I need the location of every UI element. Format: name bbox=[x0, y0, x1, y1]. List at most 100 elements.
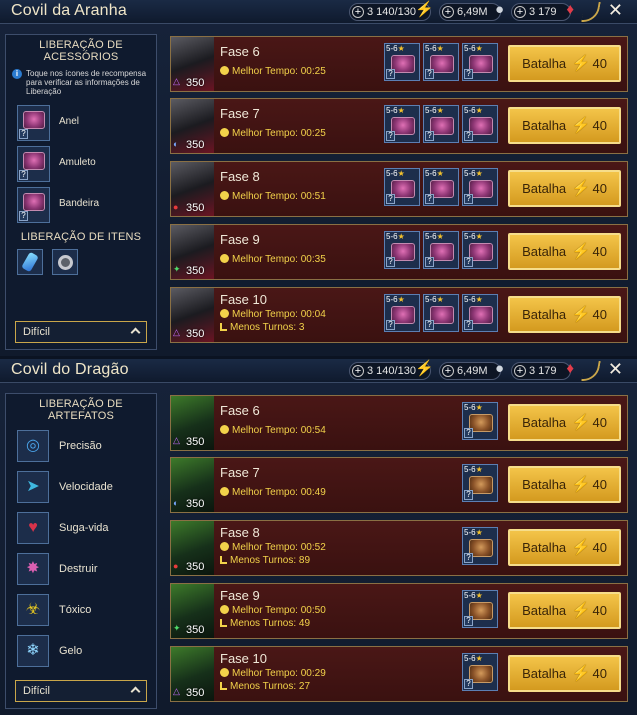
battle-button[interactable]: Batalha ⚡ 40 bbox=[508, 45, 621, 82]
reward-chest-icon[interactable]: 5-6★ ? bbox=[462, 105, 498, 143]
accessory-ring[interactable]: ? Anel bbox=[17, 105, 156, 146]
reward-chest-icon[interactable]: 5-6★ ? bbox=[462, 231, 498, 269]
add-gems-icon[interactable]: + bbox=[514, 6, 526, 18]
stage-row[interactable]: ● 350 Fase 8 Melhor Tempo: 00:51 5-6★ ? … bbox=[170, 161, 628, 217]
stage-row[interactable]: △ 350 Fase 6 Melhor Tempo: 00:25 5-6★ ? … bbox=[170, 36, 628, 92]
stage-row[interactable]: ● 350 Fase 8 Melhor Tempo: 00:52 Menos T… bbox=[170, 520, 628, 576]
reward-chest-icon[interactable]: 5-6★ ? bbox=[462, 527, 498, 565]
stage-row[interactable]: ◐ 350 Fase 7 Melhor Tempo: 00:25 5-6★ ? … bbox=[170, 98, 628, 154]
battle-button[interactable]: Batalha ⚡ 40 bbox=[508, 107, 621, 144]
reward-tier: 5-6★ bbox=[464, 232, 483, 241]
energy-icon: ⚡ bbox=[571, 117, 591, 134]
accessory-amulet[interactable]: ? Amuleto bbox=[17, 146, 156, 187]
stage-row[interactable]: ✦ 350 Fase 9 Melhor Tempo: 00:50 Menos T… bbox=[170, 583, 628, 639]
reward-chest-icon[interactable]: 5-6★ ? bbox=[384, 294, 420, 332]
add-gems-icon[interactable]: + bbox=[514, 365, 526, 377]
silver-counter[interactable]: + 6,49M ● bbox=[439, 360, 504, 380]
turns-icon bbox=[220, 556, 227, 564]
battle-button[interactable]: Batalha ⚡ 40 bbox=[508, 296, 621, 333]
chevron-up-icon bbox=[130, 327, 141, 338]
affinity-icon: ◐ bbox=[173, 139, 179, 149]
stage-row[interactable]: ✦ 350 Fase 9 Melhor Tempo: 00:35 5-6★ ? … bbox=[170, 224, 628, 280]
toxic-icon[interactable]: ☣ bbox=[17, 594, 49, 626]
rewards-list: 5-6★ ? bbox=[462, 464, 498, 502]
artifact-set-5[interactable]: ❄ Gelo bbox=[17, 635, 156, 676]
reward-chest-icon[interactable]: 5-6★ ? bbox=[462, 653, 498, 691]
bottom-header: Covil do Dragão + 3 140/130 ⚡ + 6,49M ● … bbox=[0, 359, 637, 383]
battle-button[interactable]: Batalha ⚡ 40 bbox=[508, 233, 621, 270]
reward-chest-icon[interactable]: 5-6★ ? bbox=[462, 43, 498, 81]
accessory-banner[interactable]: ? Bandeira bbox=[17, 187, 156, 228]
reward-chest-icon[interactable]: 5-6★ ? bbox=[423, 231, 459, 269]
close-icon[interactable]: ✕ bbox=[608, 359, 623, 380]
energy-icon: ⚡ bbox=[571, 602, 591, 619]
banner-chest-icon[interactable]: ? bbox=[17, 187, 50, 223]
reward-chest-icon[interactable]: 5-6★ ? bbox=[384, 168, 420, 206]
reward-chest-icon[interactable]: 5-6★ ? bbox=[384, 43, 420, 81]
add-energy-icon[interactable]: + bbox=[352, 6, 364, 18]
silver-counter[interactable]: + 6,49M ● bbox=[439, 2, 504, 21]
energy-icon: ⚡ bbox=[571, 539, 591, 556]
battle-button[interactable]: Batalha ⚡ 40 bbox=[508, 655, 621, 692]
fewest-turns: Menos Turnos: 3 bbox=[220, 322, 304, 333]
stage-row[interactable]: ◐ 350 Fase 7 Melhor Tempo: 00:49 5-6★ ? … bbox=[170, 457, 628, 513]
artifact-set-2[interactable]: ♥ Suga-vida bbox=[17, 512, 156, 553]
difficulty-dropdown[interactable]: Difícil bbox=[15, 680, 147, 702]
energy-icon: ⚡ bbox=[571, 306, 591, 323]
destroy-icon[interactable]: ✸ bbox=[17, 553, 49, 585]
gems-counter[interactable]: + 3 179 ♦ bbox=[511, 361, 574, 380]
artifact-set-label: Velocidade bbox=[59, 481, 113, 493]
best-time: Melhor Tempo: 00:52 bbox=[220, 542, 326, 553]
silver-coin-icon: ● bbox=[494, 360, 504, 377]
reward-chest-icon[interactable]: 5-6★ ? bbox=[462, 590, 498, 628]
rewards-list: 5-6★ ? bbox=[462, 653, 498, 691]
reward-tier: 5-6★ bbox=[464, 528, 483, 537]
battle-button[interactable]: Batalha ⚡ 40 bbox=[508, 170, 621, 207]
artifact-set-3[interactable]: ✸ Destruir bbox=[17, 553, 156, 594]
silver-value: 6,49M bbox=[457, 6, 488, 18]
battle-button[interactable]: Batalha ⚡ 40 bbox=[508, 404, 621, 441]
frost-icon[interactable]: ❄ bbox=[17, 635, 49, 667]
reward-chest-icon[interactable]: 5-6★ ? bbox=[423, 168, 459, 206]
accuracy-icon[interactable]: ◎ bbox=[17, 430, 49, 462]
artifact-set-1[interactable]: ➤ Velocidade bbox=[17, 471, 156, 512]
battle-button[interactable]: Batalha ⚡ 40 bbox=[508, 466, 621, 503]
reward-chest-icon[interactable]: 5-6★ ? bbox=[462, 294, 498, 332]
add-silver-icon[interactable]: + bbox=[442, 6, 454, 18]
battle-button[interactable]: Batalha ⚡ 40 bbox=[508, 592, 621, 629]
gems-counter[interactable]: + 3 179 ♦ bbox=[511, 2, 574, 21]
amulet-chest-icon[interactable]: ? bbox=[17, 146, 50, 182]
energy-counter[interactable]: + 3 140/130 ⚡ bbox=[349, 2, 434, 21]
battle-button[interactable]: Batalha ⚡ 40 bbox=[508, 529, 621, 566]
artifact-set-0[interactable]: ◎ Precisão bbox=[17, 430, 156, 471]
speed-icon[interactable]: ➤ bbox=[17, 471, 49, 503]
reward-chest-icon[interactable]: 5-6★ ? bbox=[423, 294, 459, 332]
affinity-icon: ✦ bbox=[173, 264, 181, 274]
artifact-set-4[interactable]: ☣ Tóxico bbox=[17, 594, 156, 635]
reward-chest-icon[interactable]: 5-6★ ? bbox=[462, 464, 498, 502]
best-time: Melhor Tempo: 00:49 bbox=[220, 487, 326, 498]
difficulty-dropdown[interactable]: Difícil bbox=[15, 321, 147, 343]
energy-value: 3 140/130 bbox=[367, 6, 416, 18]
stage-row[interactable]: △ 350 Fase 6 Melhor Tempo: 00:54 5-6★ ? … bbox=[170, 395, 628, 451]
reward-chest-icon[interactable]: 5-6★ ? bbox=[384, 105, 420, 143]
boss-level: 350 bbox=[186, 624, 205, 636]
clock-icon bbox=[220, 542, 229, 551]
reward-chest-icon[interactable]: 5-6★ ? bbox=[462, 402, 498, 440]
lifesteal-icon[interactable]: ♥ bbox=[17, 512, 49, 544]
crystal-item-icon[interactable] bbox=[17, 249, 43, 275]
stage-row[interactable]: △ 350 Fase 10 Melhor Tempo: 00:29 Menos … bbox=[170, 646, 628, 702]
reward-chest-icon[interactable]: 5-6★ ? bbox=[384, 231, 420, 269]
add-silver-icon[interactable]: + bbox=[442, 365, 454, 377]
close-icon[interactable]: ✕ bbox=[608, 0, 623, 21]
reward-chest-icon[interactable]: 5-6★ ? bbox=[423, 43, 459, 81]
ring-chest-icon[interactable]: ? bbox=[17, 105, 50, 141]
best-time: Melhor Tempo: 00:54 bbox=[220, 425, 326, 436]
reward-chest-icon[interactable]: 5-6★ ? bbox=[462, 168, 498, 206]
stage-name: Fase 9 bbox=[220, 588, 260, 603]
ring-item-icon[interactable] bbox=[52, 249, 78, 275]
stage-row[interactable]: △ 350 Fase 10 Melhor Tempo: 00:04 Menos … bbox=[170, 287, 628, 343]
reward-chest-icon[interactable]: 5-6★ ? bbox=[423, 105, 459, 143]
energy-counter[interactable]: + 3 140/130 ⚡ bbox=[349, 361, 434, 380]
add-energy-icon[interactable]: + bbox=[352, 365, 364, 377]
